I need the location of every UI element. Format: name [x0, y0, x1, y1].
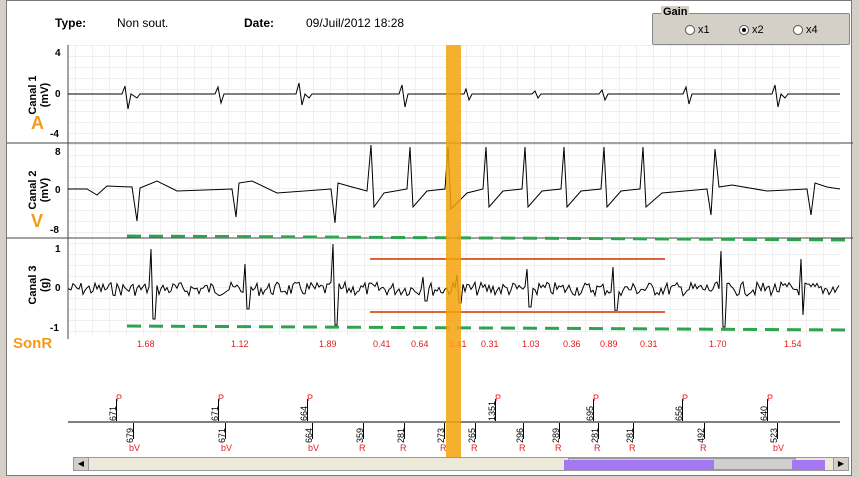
sonr-value: 0.64	[411, 339, 429, 349]
ch3-scale-bot: -1	[50, 323, 59, 334]
event-marker[interactable]: 656 P	[674, 393, 690, 427]
marker-interval: 523	[769, 427, 779, 443]
ch1-scale-mid: 0	[55, 89, 61, 100]
marker-interval: 296	[515, 427, 525, 443]
marker-tag: bV	[129, 443, 141, 453]
event-marker[interactable]: 523 bV	[769, 423, 785, 457]
marker-tag: R	[629, 443, 636, 453]
marker-interval: 671	[210, 405, 220, 421]
sonr-value: 1.70	[709, 339, 727, 349]
marker-interval: 640	[759, 405, 769, 421]
marker-interval: 359	[355, 427, 365, 443]
ch2-scale-mid: 0	[55, 185, 61, 196]
horizontal-scrollbar[interactable]: ◀ ▶	[73, 457, 849, 471]
sonr-value: 0.31	[481, 339, 499, 349]
marker-tag: P	[682, 393, 689, 403]
event-marker[interactable]: 492 R	[696, 423, 712, 457]
sonr-value: 0.41	[373, 339, 391, 349]
marker-tag: bV	[773, 443, 785, 453]
event-marker[interactable]: 281 R	[625, 423, 641, 457]
marker-tag: P	[593, 393, 600, 403]
marker-tag: bV	[221, 443, 233, 453]
event-marker[interactable]: 679 bV	[125, 423, 141, 457]
sonr-value: 0.31	[640, 339, 658, 349]
marker-interval: 492	[696, 427, 706, 443]
marker-interval: 664	[304, 427, 314, 443]
event-marker[interactable]: 359 R	[355, 423, 371, 457]
ch1-scale-bot: -4	[50, 129, 59, 140]
scroll-left-button[interactable]: ◀	[74, 458, 89, 470]
event-marker[interactable]: 265 R	[467, 423, 483, 457]
ch2-scale-top: 8	[55, 147, 61, 158]
event-marker[interactable]: 664 P	[299, 393, 315, 427]
marker-tag: P	[307, 393, 314, 403]
event-marker[interactable]: 671 bV	[217, 423, 233, 457]
marker-tag: P	[116, 393, 123, 403]
sonr-value: 1.89	[319, 339, 337, 349]
marker-interval: 281	[396, 427, 406, 443]
event-marker[interactable]: 1351 P	[487, 393, 503, 427]
marker-interval: 671	[217, 427, 227, 443]
ch3-scale-top: 1	[55, 244, 61, 255]
marker-tag: R	[519, 443, 526, 453]
marker-tag: P	[495, 393, 502, 403]
event-marker[interactable]: 664 bV	[304, 423, 320, 457]
sonr-value: 1.03	[522, 339, 540, 349]
ch2-scale-bot: -8	[50, 225, 59, 236]
marker-interval: 664	[299, 405, 309, 421]
sonr-value: 1.12	[231, 339, 249, 349]
event-marker[interactable]: 695 P	[585, 393, 601, 427]
event-marker[interactable]: 671 P	[210, 393, 226, 427]
marker-interval: 695	[585, 405, 595, 421]
marker-tag: P	[767, 393, 774, 403]
event-marker[interactable]: 671 P	[108, 393, 124, 427]
scroll-highlight-2	[792, 460, 825, 470]
marker-interval: 273	[436, 427, 446, 443]
event-marker[interactable]: 640 P	[759, 393, 775, 427]
marker-tag: R	[400, 443, 407, 453]
ch3-scale-mid: 0	[55, 283, 61, 294]
scroll-right-button[interactable]: ▶	[833, 458, 848, 470]
event-marker[interactable]: 289 R	[551, 423, 567, 457]
sonr-value: 0.36	[563, 339, 581, 349]
ch1-scale-top: 4	[55, 48, 61, 59]
marker-tag: R	[594, 443, 601, 453]
marker-tag: R	[555, 443, 562, 453]
ecg-plot: 4 0 -4 8 0 -8 1 0 -1	[7, 45, 853, 423]
scroll-highlight-1	[564, 460, 714, 470]
marker-interval: 671	[108, 405, 118, 421]
marker-interval: 1351	[487, 400, 497, 421]
marker-tag: P	[218, 393, 225, 403]
event-marker[interactable]: 281 R	[590, 423, 606, 457]
sonr-value: 0.89	[600, 339, 618, 349]
marker-interval: 281	[590, 427, 600, 443]
event-marker[interactable]: 281 R	[396, 423, 412, 457]
marker-interval: 289	[551, 427, 561, 443]
time-cursor[interactable]	[446, 45, 461, 457]
marker-interval: 656	[674, 405, 684, 421]
sonr-value: 1.68	[137, 339, 155, 349]
marker-tag: R	[471, 443, 478, 453]
event-marker[interactable]: 296 R	[515, 423, 531, 457]
ecg-viewer-frame: Type: Non sout. Date: 09/Juil/2012 18:28…	[6, 0, 853, 476]
marker-tag: bV	[308, 443, 320, 453]
marker-interval: 281	[625, 427, 635, 443]
marker-tag: R	[700, 443, 707, 453]
sonr-value: 1.54	[784, 339, 802, 349]
marker-tag: R	[359, 443, 366, 453]
marker-interval: 679	[125, 427, 135, 443]
marker-interval: 265	[467, 427, 477, 443]
